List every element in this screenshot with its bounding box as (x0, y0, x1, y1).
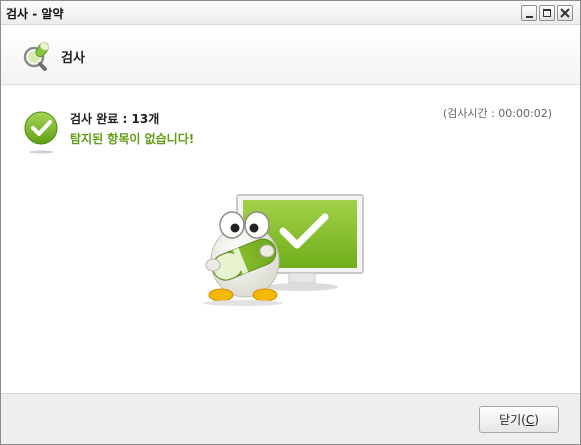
scan-summary: 검사 완료 : 13개 (70, 112, 160, 126)
scan-elapsed-time: (검사시간 : 00:00:02) (442, 107, 552, 120)
title-bar[interactable]: 검사 - 알약 (1, 1, 580, 25)
window-title: 검사 - 알약 (6, 7, 64, 21)
close-button[interactable]: 닫기(C) (479, 406, 559, 433)
maximize-button[interactable] (539, 5, 555, 21)
maximize-icon (543, 9, 551, 17)
alyac-mascot-monitor-check (197, 191, 369, 311)
close-button-label-suffix: ) (534, 412, 539, 427)
header-title: 검사 (61, 51, 85, 66)
header-band: 검사 (1, 26, 580, 85)
scan-result-message: 탐지된 항목이 없습니다! (70, 132, 195, 146)
minimize-button[interactable] (521, 5, 537, 21)
close-icon (560, 8, 570, 18)
minimize-icon (526, 16, 533, 18)
alyac-scan-icon (21, 40, 53, 76)
footer-bar: 닫기(C) (1, 393, 580, 444)
close-button-accelerator: C (525, 412, 535, 427)
alyac-scan-window: 검사 - 알약 검사 검사 완료: 13개 탐지된 항목이 없습니다! (검사… (0, 0, 581, 445)
check-circle-icon (23, 111, 59, 159)
close-button-label-prefix: 닫기( (499, 413, 526, 427)
close-window-button[interactable] (557, 5, 573, 21)
